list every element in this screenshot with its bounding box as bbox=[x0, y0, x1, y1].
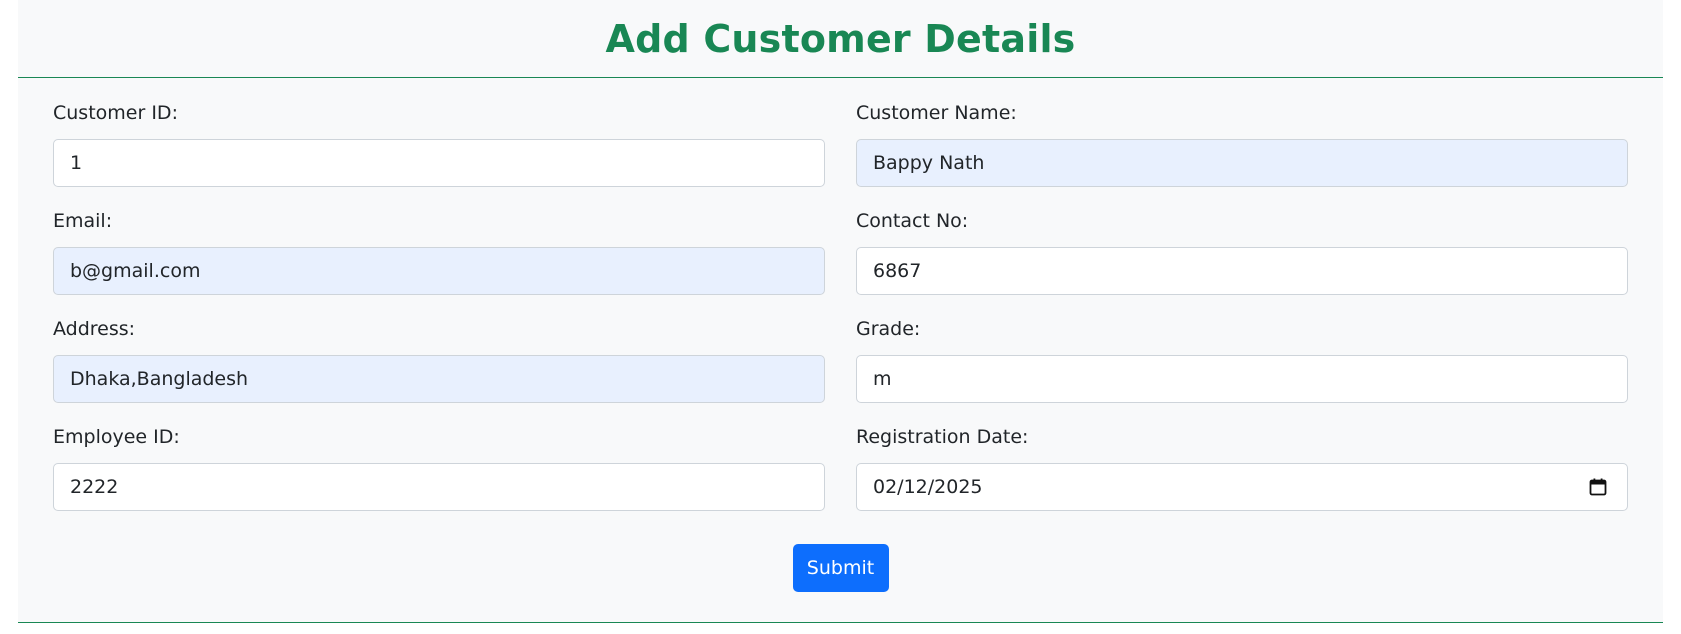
employee-id-group: Employee ID: 2222 bbox=[53, 402, 825, 511]
email-group: Email: b@gmail.com bbox=[53, 186, 825, 295]
submit-button[interactable]: Submit bbox=[792, 544, 889, 592]
address-label: Address: bbox=[53, 318, 136, 340]
contact-no-value: 6867 bbox=[873, 260, 922, 282]
customer-name-value: Bappy Nath bbox=[873, 152, 985, 174]
address-group: Address: Dhaka,Bangladesh bbox=[53, 294, 825, 403]
email-value: b@gmail.com bbox=[70, 260, 201, 282]
submit-wrap: Submit bbox=[0, 544, 1681, 592]
customer-id-input[interactable]: 1 bbox=[53, 139, 825, 187]
grade-input[interactable]: m bbox=[856, 355, 1628, 403]
registration-date-input[interactable]: 02/12/2025 bbox=[856, 463, 1628, 511]
registration-date-group: Registration Date: 02/12/2025 bbox=[856, 402, 1628, 511]
header: Add Customer Details bbox=[18, 0, 1663, 78]
customer-id-label: Customer ID: bbox=[53, 102, 178, 124]
registration-date-label: Registration Date: bbox=[856, 426, 1029, 448]
address-input[interactable]: Dhaka,Bangladesh bbox=[53, 355, 825, 403]
customer-id-value: 1 bbox=[70, 152, 83, 174]
form-row: Address: Dhaka,Bangladesh Grade: m bbox=[53, 294, 1628, 403]
form-row: Employee ID: 2222 Registration Date: 02/… bbox=[53, 402, 1628, 511]
grade-label: Grade: bbox=[856, 318, 921, 340]
employee-id-label: Employee ID: bbox=[53, 426, 180, 448]
form-row: Customer ID: 1 Customer Name: Bappy Nath bbox=[53, 78, 1628, 187]
grade-value: m bbox=[873, 368, 892, 390]
page-title: Add Customer Details bbox=[605, 16, 1076, 61]
calendar-icon[interactable] bbox=[1589, 478, 1607, 496]
grade-group: Grade: m bbox=[856, 294, 1628, 403]
form-row: Email: b@gmail.com Contact No: 6867 bbox=[53, 186, 1628, 295]
customer-form: Customer ID: 1 Customer Name: Bappy Nath… bbox=[53, 78, 1628, 511]
customer-name-group: Customer Name: Bappy Nath bbox=[856, 78, 1628, 187]
address-value: Dhaka,Bangladesh bbox=[70, 368, 249, 390]
customer-name-label: Customer Name: bbox=[856, 102, 1017, 124]
email-label: Email: bbox=[53, 210, 113, 232]
contact-no-label: Contact No: bbox=[856, 210, 969, 232]
contact-no-input[interactable]: 6867 bbox=[856, 247, 1628, 295]
employee-id-input[interactable]: 2222 bbox=[53, 463, 825, 511]
customer-id-group: Customer ID: 1 bbox=[53, 78, 825, 187]
employee-id-value: 2222 bbox=[70, 476, 119, 498]
form-panel: Add Customer Details Customer ID: 1 Cust… bbox=[18, 0, 1663, 623]
email-input[interactable]: b@gmail.com bbox=[53, 247, 825, 295]
contact-no-group: Contact No: 6867 bbox=[856, 186, 1628, 295]
registration-date-value: 02/12/2025 bbox=[873, 476, 983, 498]
customer-name-input[interactable]: Bappy Nath bbox=[856, 139, 1628, 187]
